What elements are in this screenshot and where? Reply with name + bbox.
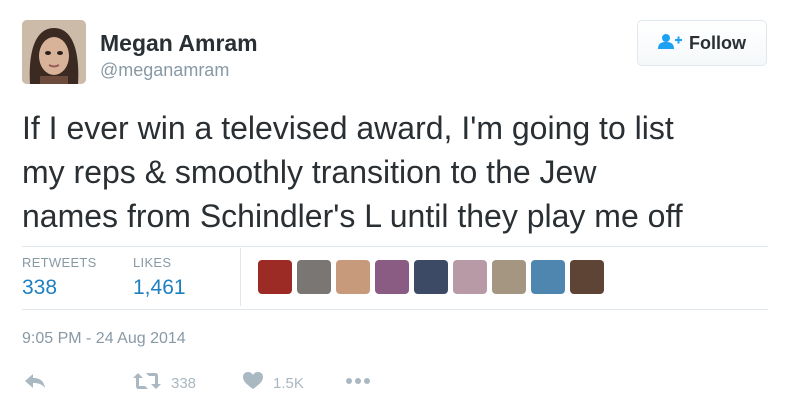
likes-stat[interactable]: LIKES 1,461 [133, 255, 186, 300]
liker-avatar[interactable] [570, 260, 604, 294]
liker-avatar[interactable] [414, 260, 448, 294]
liker-avatar[interactable] [453, 260, 487, 294]
retweet-button[interactable]: 338 [133, 372, 196, 394]
stats-separator [240, 248, 241, 306]
likes-label: LIKES [133, 255, 172, 270]
follow-button[interactable]: Follow [637, 20, 767, 66]
divider [22, 309, 768, 310]
tweet-line: names from Schindler's L until they play… [22, 198, 683, 234]
retweets-count: 338 [22, 276, 58, 299]
retweet-icon [133, 372, 161, 394]
liker-avatar[interactable] [531, 260, 565, 294]
user-handle[interactable]: @meganamram [100, 60, 229, 81]
liker-avatar[interactable] [375, 260, 409, 294]
like-button[interactable]: 1.5K [243, 372, 304, 394]
liker-avatar[interactable] [492, 260, 526, 294]
tweet-line: my reps & smoothly transition to the Jew [22, 154, 597, 190]
liker-avatar[interactable] [297, 260, 331, 294]
more-icon [345, 372, 371, 389]
tweet-line: If I ever win a televised award, I'm goi… [22, 110, 674, 146]
user-name[interactable]: Megan Amram [100, 30, 258, 57]
likers-list [258, 260, 604, 294]
reply-icon [24, 372, 46, 394]
reply-button[interactable] [24, 372, 46, 394]
more-button[interactable] [345, 372, 371, 389]
retweets-label: RETWEETS [22, 255, 97, 270]
retweet-count: 338 [171, 374, 197, 392]
tweet-text: If I ever win a televised award, I'm goi… [22, 106, 782, 238]
user-plus-icon [658, 33, 682, 54]
liker-avatar[interactable] [336, 260, 370, 294]
retweets-stat[interactable]: RETWEETS 338 [22, 255, 97, 300]
like-count: 1.5K [273, 374, 304, 392]
timestamp[interactable]: 9:05 PM - 24 Aug 2014 [22, 330, 186, 348]
avatar[interactable] [22, 20, 86, 84]
follow-label: Follow [689, 32, 746, 53]
liker-avatar[interactable] [258, 260, 292, 294]
likes-count: 1,461 [133, 276, 186, 299]
divider [22, 246, 768, 247]
heart-icon [243, 372, 263, 394]
